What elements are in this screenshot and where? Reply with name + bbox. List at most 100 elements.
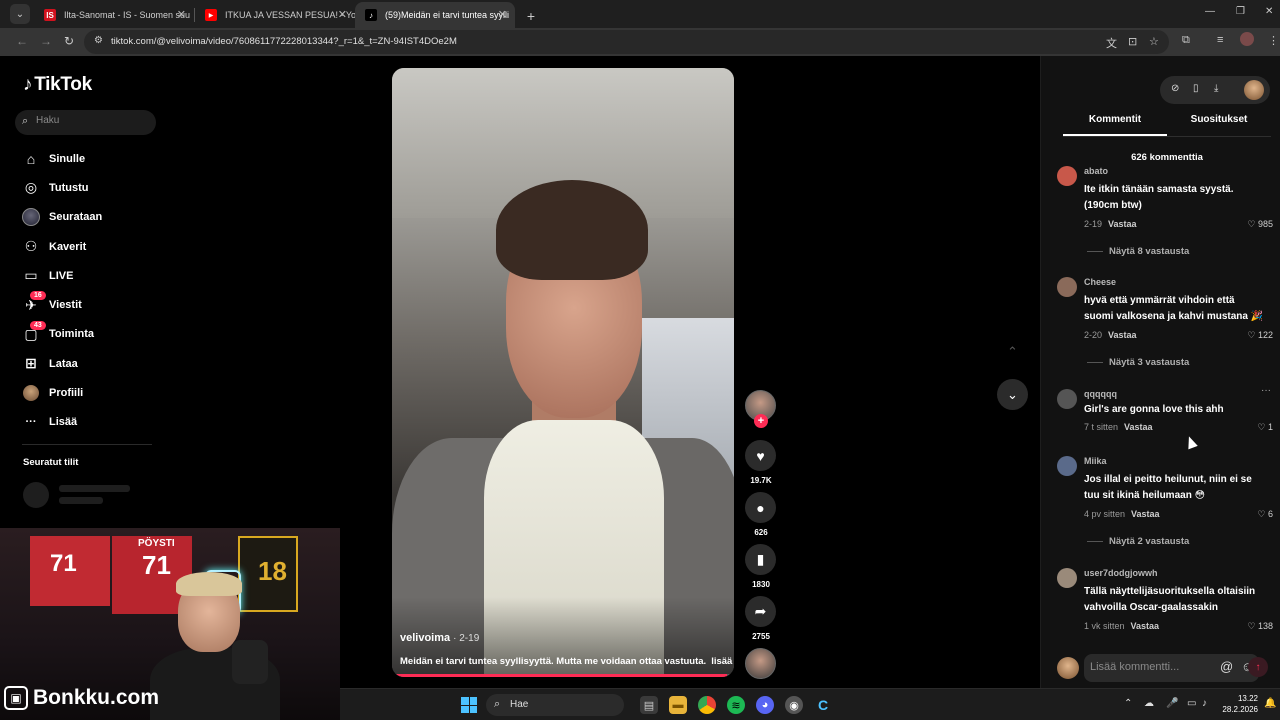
comment-username[interactable]: abato (1084, 166, 1108, 176)
reload-icon[interactable]: ↻ (64, 34, 74, 48)
microphone-icon[interactable]: 🎤 (1166, 698, 1178, 709)
view-replies-button[interactable]: Näytä 3 vastausta (1087, 357, 1189, 368)
share-action[interactable]: ➦ 2755 (745, 596, 776, 641)
tray-overflow-chevron-up-icon[interactable]: ⌃ (1124, 698, 1132, 709)
profile-avatar[interactable] (1240, 32, 1254, 46)
install-app-icon[interactable]: ⊡ (1128, 35, 1137, 48)
tab-search-chevron-icon[interactable]: ⌄ (10, 4, 30, 24)
notifications-icon[interactable]: 🔔 (1264, 698, 1276, 709)
sound-avatar[interactable] (745, 648, 776, 679)
previous-video-chevron-up-icon[interactable]: ⌃ (997, 336, 1028, 367)
avatar[interactable] (1057, 389, 1077, 409)
bookmark-star-icon[interactable]: ☆ (1149, 35, 1159, 48)
follow-plus-icon[interactable]: + (754, 414, 768, 428)
tab-ilta-sanomat[interactable]: IS Ilta-Sanomat - IS - Suomen suu ✕ (34, 2, 194, 28)
sidebar-item-kaverit[interactable]: ⚇ Kaverit (0, 232, 170, 261)
view-replies-button[interactable]: Näytä 8 vastausta (1087, 246, 1189, 257)
close-icon[interactable]: ✕ (338, 8, 347, 21)
forward-icon[interactable]: → (40, 34, 52, 48)
video-player[interactable]: velivoima · 2-19 Meidän ei tarvi tuntea s… (392, 68, 734, 677)
device-icon[interactable]: ▯ (1193, 83, 1199, 94)
reply-button[interactable]: Vastaa (1124, 422, 1153, 432)
sidebar-item-sinulle[interactable]: ⌂ Sinulle (0, 144, 170, 173)
extensions-icon[interactable]: ⧉ (1182, 34, 1190, 47)
avatar[interactable] (1057, 277, 1077, 297)
sidebar-item-toiminta[interactable]: ▢ 43 Toiminta (0, 320, 170, 349)
reply-button[interactable]: Vastaa (1131, 621, 1160, 631)
tiktok-logo[interactable]: ♪ TikTok (23, 74, 92, 96)
caption-more-link[interactable]: lisää (711, 656, 732, 667)
comment-input[interactable] (1090, 661, 1194, 673)
tab-youtube[interactable]: ▶ ITKUA JA VESSAN PESUA! - You ✕ (195, 2, 355, 28)
search-box[interactable]: ⌕ (15, 110, 156, 135)
network-icon[interactable]: ▭ (1187, 698, 1196, 709)
comment-field[interactable]: @ ☺ (1084, 654, 1259, 682)
chrome-icon[interactable] (698, 696, 716, 714)
onedrive-icon[interactable]: ☁ (1144, 698, 1154, 709)
file-explorer-icon[interactable]: ▬ (669, 696, 687, 714)
obs-icon[interactable]: ◉ (785, 696, 803, 714)
comment-like[interactable]: ♡ 1 (1257, 422, 1273, 433)
task-view-icon[interactable]: ▤ (640, 696, 658, 714)
search-input[interactable] (36, 115, 146, 126)
send-button[interactable]: ↑ (1248, 657, 1268, 677)
mention-icon[interactable]: @ (1220, 659, 1233, 674)
video-author[interactable]: velivoima · 2-19 (400, 632, 479, 644)
reply-button[interactable]: Vastaa (1131, 509, 1160, 519)
sidebar-item-tutustu[interactable]: ◎ Tutustu (0, 173, 170, 202)
sidebar-item-seurataan[interactable]: Seurataan (0, 203, 170, 232)
tab-kommentit[interactable]: Kommentit (1063, 114, 1167, 136)
taskbar-search[interactable]: ⌕ (486, 694, 624, 716)
site-info-icon[interactable]: ⚙ (94, 35, 103, 46)
user-avatar[interactable] (1244, 80, 1264, 100)
ccleaner-icon[interactable]: C (814, 696, 832, 714)
comment-username[interactable]: Cheese (1084, 277, 1116, 287)
close-icon[interactable]: ✕ (498, 8, 507, 21)
window-close-icon[interactable]: ✕ (1265, 6, 1273, 17)
download-icon[interactable]: ⤓ (1214, 83, 1218, 94)
comment-username[interactable]: Miika (1084, 456, 1107, 466)
reply-button[interactable]: Vastaa (1108, 330, 1137, 340)
taskbar-clock[interactable]: 13.22 28.2.2026 (1212, 693, 1258, 715)
address-bar[interactable]: ⚙ tiktok.com/@velivoima/video/7608611772… (84, 30, 1169, 54)
new-tab-button[interactable]: + (519, 4, 543, 28)
sidebar-item-profiili[interactable]: Profiili (0, 378, 170, 407)
sidebar-item-lataa[interactable]: ⊞ Lataa (0, 349, 170, 378)
save-action[interactable]: ▮ 1830 (745, 544, 776, 589)
comment-action[interactable]: ● 626 (745, 492, 776, 537)
avatar[interactable] (1057, 456, 1077, 476)
comment-username[interactable]: qqqqqq (1084, 389, 1117, 399)
comment-icon[interactable]: ● (745, 492, 776, 523)
maximize-icon[interactable]: ❐ (1236, 6, 1245, 17)
media-controls-icon[interactable]: ≡ (1217, 34, 1223, 46)
taskbar-search-input[interactable] (510, 699, 610, 710)
spotify-icon[interactable]: ≋ (727, 696, 745, 714)
view-replies-button[interactable]: Näytä 2 vastausta (1087, 536, 1189, 547)
sidebar-item-lisaa[interactable]: ··· Lisää (0, 408, 170, 437)
close-icon[interactable]: ✕ (177, 8, 186, 21)
avatar[interactable] (1057, 568, 1077, 588)
tab-tiktok[interactable]: ♪ (59)Meidän ei tarvi tuntea syylli ✕ (355, 2, 515, 28)
browser-menu-icon[interactable]: ⋮ (1268, 34, 1279, 47)
sidebar-item-viestit[interactable]: ✈ 16 Viestit (0, 290, 170, 319)
more-options-icon[interactable]: ··· (1261, 385, 1271, 396)
author-name[interactable]: velivoima (400, 632, 450, 644)
comment-like[interactable]: ♡ 138 (1247, 621, 1273, 632)
sidebar-item-live[interactable]: ▭ LIVE (0, 261, 170, 290)
tab-suositukset[interactable]: Suositukset (1167, 114, 1271, 136)
reply-button[interactable]: Vastaa (1108, 219, 1137, 229)
comment-like[interactable]: ♡ 985 (1247, 219, 1273, 230)
discord-icon[interactable]: ◕ (756, 696, 774, 714)
share-icon[interactable]: ➦ (745, 596, 776, 627)
comment-username[interactable]: user7dodgjowwh (1084, 568, 1158, 578)
back-icon[interactable]: ← (16, 34, 28, 48)
next-video-chevron-down-icon[interactable]: ⌄ (997, 379, 1028, 410)
video-progress-bar[interactable] (392, 674, 734, 677)
like-action[interactable]: ♥ 19.7K (745, 440, 776, 485)
windows-start-icon[interactable] (461, 697, 477, 713)
comment-like[interactable]: ♡ 6 (1257, 509, 1273, 520)
minimize-icon[interactable]: — (1205, 6, 1215, 17)
heart-icon[interactable]: ♥ (745, 440, 776, 471)
avatar[interactable] (1057, 166, 1077, 186)
explore-icon[interactable]: ⊘ (1171, 83, 1179, 94)
